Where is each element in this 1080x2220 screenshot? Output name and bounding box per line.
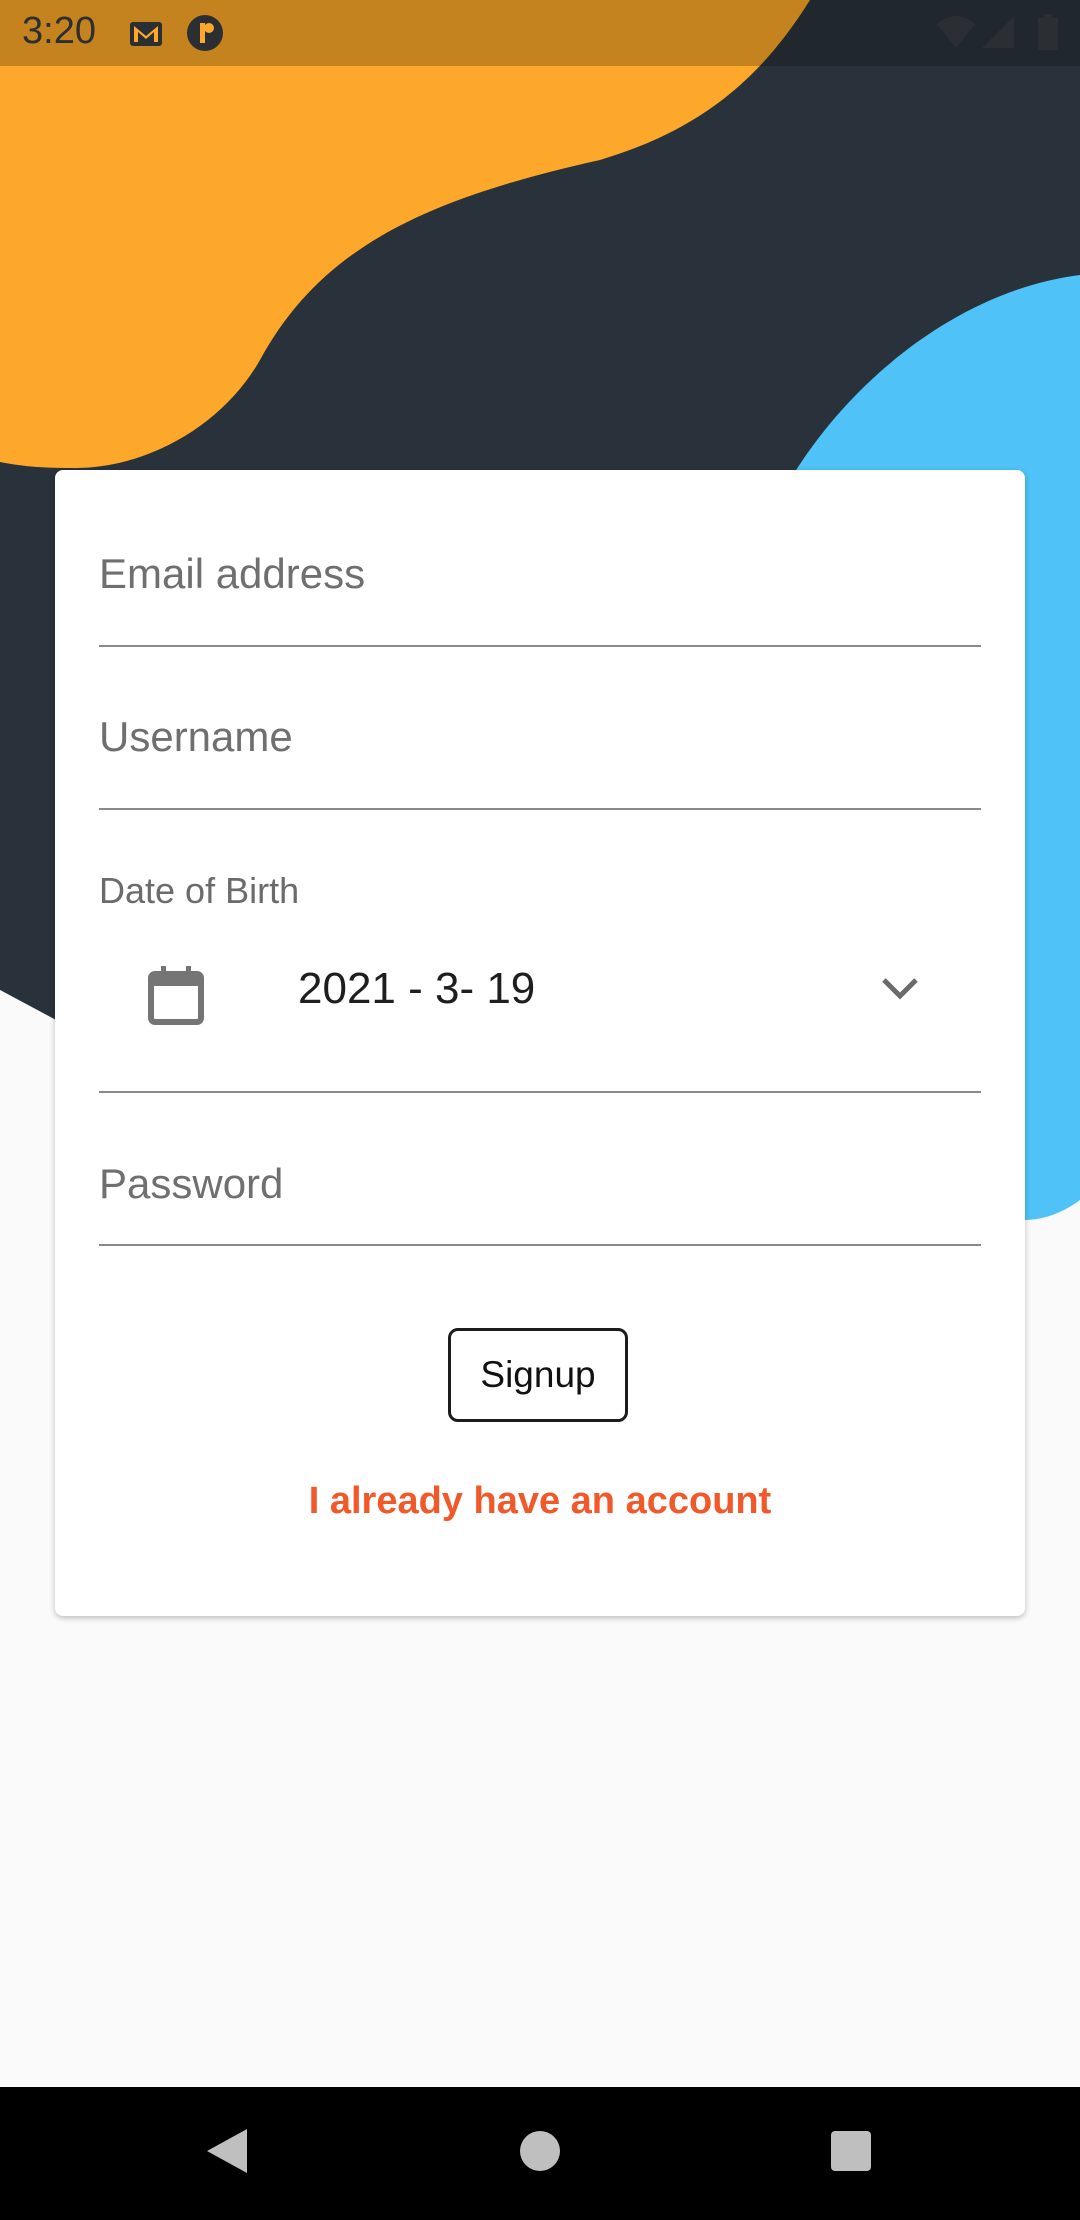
username-underline — [99, 808, 981, 810]
recents-icon[interactable] — [829, 2125, 873, 2177]
calendar-icon — [148, 966, 204, 1025]
password-underline — [99, 1244, 981, 1246]
dob-label: Date of Birth — [99, 870, 300, 911]
email-field[interactable]: Email address — [99, 530, 981, 650]
app-notification-icon — [187, 15, 223, 51]
chevron-down-icon[interactable] — [880, 976, 920, 1004]
password-field[interactable]: Password — [99, 1160, 981, 1280]
battery-icon — [1038, 14, 1058, 50]
wifi-icon — [937, 16, 975, 48]
status-time: 3:20 — [22, 10, 96, 52]
password-placeholder: Password — [99, 1160, 284, 1207]
signal-icon — [982, 16, 1014, 48]
signup-button[interactable]: Signup — [448, 1328, 628, 1422]
gmail-icon — [130, 22, 162, 46]
email-underline — [99, 645, 981, 647]
back-icon[interactable] — [203, 2125, 249, 2177]
dob-picker[interactable] — [99, 930, 981, 1065]
status-bar: 3:20 — [0, 0, 1080, 66]
signup-card: Email address Username Date of Birth 202… — [55, 470, 1025, 1616]
username-placeholder: Username — [99, 713, 293, 760]
dob-underline — [99, 1091, 981, 1093]
navigation-bar — [0, 2087, 1080, 2220]
username-field[interactable]: Username — [99, 693, 981, 813]
home-icon[interactable] — [518, 2125, 562, 2177]
already-have-account-link[interactable]: I already have an account — [55, 1480, 1025, 1523]
email-placeholder: Email address — [99, 550, 366, 597]
dob-value: 2021 - 3- 19 — [298, 964, 536, 1013]
